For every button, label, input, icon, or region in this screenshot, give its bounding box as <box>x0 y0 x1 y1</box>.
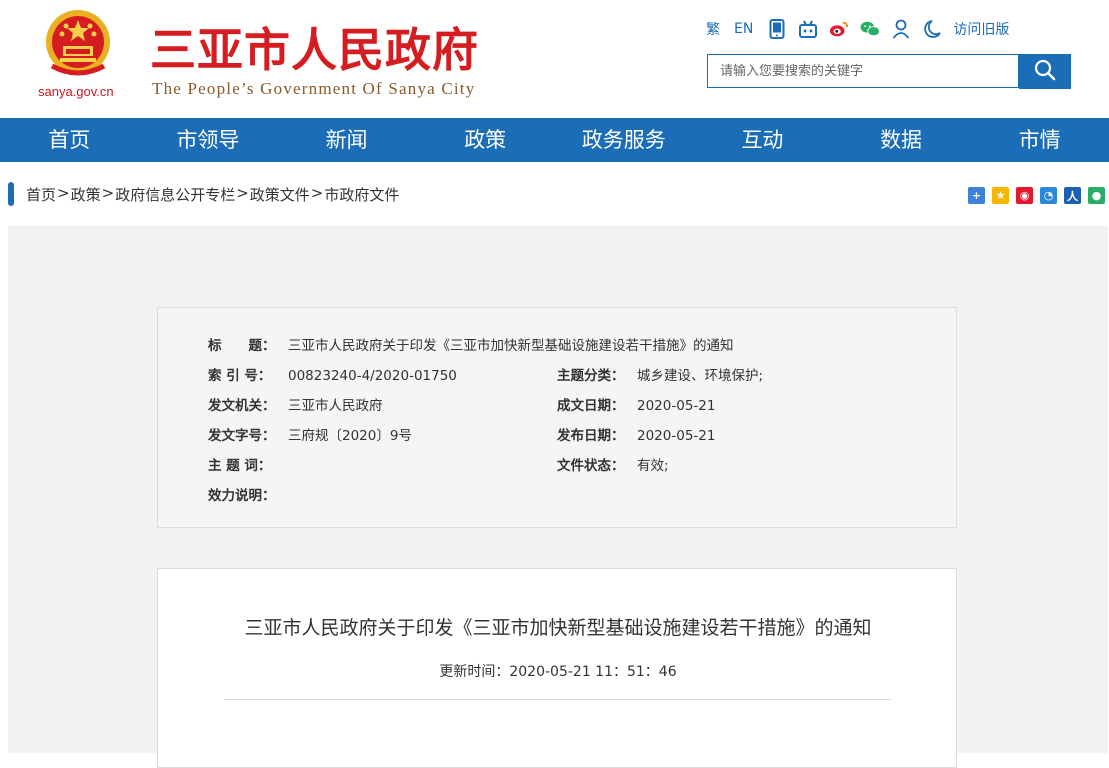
info-label: 索 引 号： <box>208 368 272 384</box>
info-value: 三亚市人民政府 <box>288 398 383 414</box>
info-label: 发文字号： <box>208 428 276 444</box>
user-icon[interactable] <box>891 18 911 40</box>
nav-item-interaction[interactable]: 互动 <box>693 118 832 162</box>
breadcrumb-separator: > <box>101 184 115 202</box>
wechat-icon[interactable] <box>860 18 881 40</box>
wechat-icon[interactable]: ● <box>1088 187 1105 204</box>
info-label: 标 题： <box>208 338 276 354</box>
site-domain: sanya.gov.cn <box>38 84 114 99</box>
breadcrumb-item-home[interactable]: 首页 <box>26 184 56 205</box>
article-title: 三亚市人民政府关于印发《三亚市加快新型基础设施建设若干措施》的通知 <box>244 617 872 639</box>
info-label: 成文日期： <box>557 398 625 414</box>
info-label: 效力说明： <box>208 488 276 504</box>
article-panel: 三亚市人民政府关于印发《三亚市加快新型基础设施建设若干措施》的通知 更新时间：2… <box>157 568 957 768</box>
search-box <box>707 54 1022 88</box>
info-row-status: 文件状态： 有效; <box>557 454 669 474</box>
breadcrumb: 首页 > 政策 > 政府信息公开专栏 > 政策文件 > 市政府文件 <box>0 180 1109 208</box>
info-value: 00823240-4/2020-01750 <box>288 368 457 384</box>
site-title[interactable]: 三亚市人民政府 <box>150 14 479 80</box>
info-value: 2020-05-21 <box>637 428 716 444</box>
breadcrumb-separator: > <box>57 184 70 202</box>
mobile-icon[interactable] <box>767 18 787 40</box>
renren-icon[interactable]: 人 <box>1064 187 1081 204</box>
breadcrumb-item-policy[interactable]: 政策 <box>71 184 101 205</box>
moon-icon[interactable] <box>922 18 942 40</box>
weibo-icon[interactable] <box>829 18 849 40</box>
info-row-category: 主题分类： 城乡建设、环境保护; <box>557 364 763 384</box>
site-subtitle: The People’s Government Of Sanya City <box>152 79 476 98</box>
info-value: 2020-05-21 <box>637 398 716 414</box>
info-label: 发文机关： <box>208 398 276 414</box>
nav-item-policy[interactable]: 政策 <box>416 118 555 162</box>
nav-item-data[interactable]: 数据 <box>832 118 971 162</box>
info-label: 主 题 词： <box>208 458 272 474</box>
search-input[interactable] <box>708 55 1022 87</box>
breadcrumb-item-city-files[interactable]: 市政府文件 <box>324 184 399 205</box>
search-button[interactable] <box>1019 54 1071 89</box>
document-info-panel: 标 题： 三亚市人民政府关于印发《三亚市加快新型基础设施建设若干措施》的通知 索 … <box>157 307 957 528</box>
info-row-title: 标 题： 三亚市人民政府关于印发《三亚市加快新型基础设施建设若干措施》的通知 <box>208 334 734 354</box>
main-nav: 首页 市领导 新闻 政策 政务服务 互动 数据 市情 <box>0 118 1109 162</box>
info-label: 文件状态： <box>557 458 625 474</box>
breadcrumb-item-policy-files[interactable]: 政策文件 <box>250 184 310 205</box>
info-row-issuer: 发文机关： 三亚市人民政府 <box>208 394 383 414</box>
national-emblem-icon <box>38 6 118 80</box>
nav-item-home[interactable]: 首页 <box>0 118 139 162</box>
breadcrumb-marker <box>8 182 14 206</box>
header-tools: 繁 EN 访问旧版 <box>706 16 1023 42</box>
info-row-index: 索 引 号： 00823240-4/2020-01750 <box>208 364 457 384</box>
article-update-time: 更新时间：2020-05-21 11：51：46 <box>439 664 677 680</box>
info-row-keywords: 主 题 词： <box>208 454 288 474</box>
search-icon <box>1033 58 1057 86</box>
share-bar: + ★ ◉ ◔ 人 ● <box>968 187 1109 204</box>
old-version-link[interactable]: 访问旧版 <box>953 19 1009 39</box>
divider <box>224 699 891 700</box>
breadcrumb-separator: > <box>310 184 324 202</box>
nav-item-news[interactable]: 新闻 <box>277 118 416 162</box>
tencent-icon[interactable]: ◔ <box>1040 187 1057 204</box>
info-value: 有效; <box>637 458 669 474</box>
info-value: 三府规〔2020〕9号 <box>288 428 412 444</box>
info-row-validity: 效力说明： <box>208 484 288 504</box>
info-label: 主题分类： <box>557 368 625 384</box>
info-value: 三亚市人民政府关于印发《三亚市加快新型基础设施建设若干措施》的通知 <box>288 338 734 354</box>
info-value: 城乡建设、环境保护; <box>637 368 764 384</box>
nav-item-services[interactable]: 政务服务 <box>555 118 694 162</box>
traditional-chinese-link[interactable]: 繁 <box>706 19 720 39</box>
info-row-published-date: 发布日期： 2020-05-21 <box>557 424 715 444</box>
robot-icon[interactable] <box>798 18 818 40</box>
qzone-icon[interactable]: ★ <box>992 187 1009 204</box>
nav-item-leaders[interactable]: 市领导 <box>139 118 278 162</box>
info-row-doc-number: 发文字号： 三府规〔2020〕9号 <box>208 424 412 444</box>
site-header: sanya.gov.cn 三亚市人民政府 The People’s Govern… <box>0 0 1109 118</box>
share-plus-icon[interactable]: + <box>968 187 985 204</box>
nav-item-city-info[interactable]: 市情 <box>970 118 1109 162</box>
info-row-written-date: 成文日期： 2020-05-21 <box>557 394 715 414</box>
english-link[interactable]: EN <box>734 21 753 37</box>
breadcrumb-separator: > <box>236 184 249 202</box>
weibo-icon[interactable]: ◉ <box>1016 187 1033 204</box>
breadcrumb-item-disclosure[interactable]: 政府信息公开专栏 <box>115 184 235 205</box>
info-label: 发布日期： <box>557 428 625 444</box>
